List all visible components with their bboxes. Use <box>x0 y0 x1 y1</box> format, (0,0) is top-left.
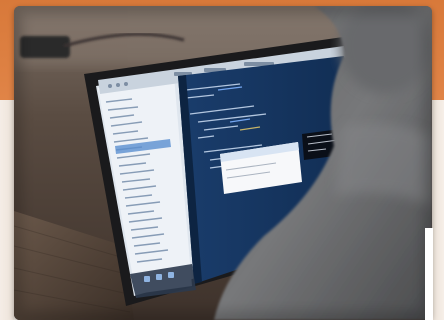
left-margin <box>0 100 14 320</box>
background-object <box>20 36 70 58</box>
right-margin <box>432 100 444 320</box>
page-edge-strip <box>425 228 433 320</box>
photo-card <box>14 6 432 320</box>
laptop-photo <box>14 6 432 320</box>
